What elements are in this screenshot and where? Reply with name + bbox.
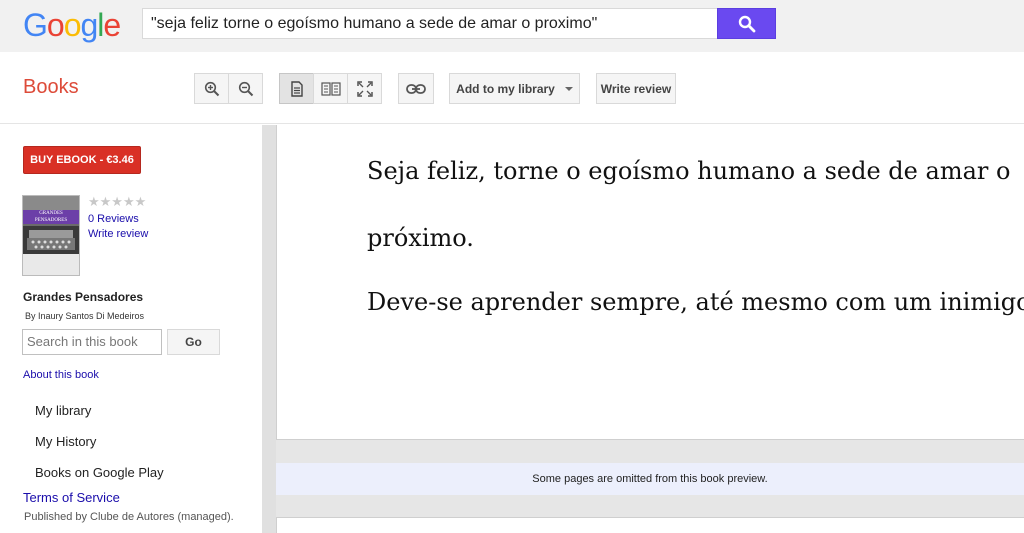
write-review-link[interactable]: Write review — [88, 228, 148, 240]
zoom-out-icon — [238, 81, 253, 96]
single-page-view-button[interactable] — [279, 73, 314, 104]
buy-ebook-button[interactable]: BUY EBOOK - €3.46 — [23, 146, 141, 174]
zoom-out-button[interactable] — [228, 73, 263, 104]
typewriter-icon — [27, 230, 75, 250]
page-text-line: próximo. — [367, 224, 474, 252]
two-page-icon — [320, 81, 341, 96]
logo-letter: o — [63, 7, 82, 43]
search-in-book-input[interactable]: Search in this book — [22, 329, 162, 355]
page-text-line: Deve-se aprender sempre, até mesmo com u… — [367, 288, 1024, 316]
nav-books-on-google-play[interactable]: Books on Google Play — [35, 465, 164, 480]
fullscreen-button[interactable] — [347, 73, 382, 104]
book-page[interactable]: Seja feliz, torne o egoísmo humano a sed… — [276, 125, 1024, 440]
reviews-link[interactable]: 0 Reviews — [88, 213, 139, 225]
about-this-book-link[interactable]: About this book — [23, 369, 99, 381]
book-author: By Inaury Santos Di Medeiros — [25, 311, 145, 321]
page-text-line: Seja feliz, torne o egoísmo humano a sed… — [367, 157, 1011, 185]
pages-omitted-notice: Some pages are omitted from this book pr… — [276, 463, 1024, 495]
cover-band — [23, 196, 79, 210]
search-button[interactable] — [717, 8, 776, 39]
search-input[interactable]: "seja feliz torne o egoísmo humano a sed… — [142, 8, 718, 39]
cover-typewriter-area — [23, 226, 79, 254]
two-page-view-button[interactable] — [313, 73, 348, 104]
books-toolbar: Books Add to my library Write review — [0, 52, 1024, 124]
next-book-page[interactable] — [276, 517, 1024, 533]
fullscreen-icon — [356, 80, 373, 97]
books-section-title[interactable]: Books — [23, 76, 79, 99]
cover-title-band: GRANDES PENSADORES — [23, 210, 79, 224]
zoom-in-button[interactable] — [194, 73, 229, 104]
google-logo[interactable]: Google — [23, 7, 121, 43]
logo-letter: G — [23, 7, 48, 43]
viewer-gutter — [262, 125, 276, 533]
go-button[interactable]: Go — [167, 329, 220, 355]
write-review-button[interactable]: Write review — [596, 73, 676, 104]
add-to-library-button[interactable]: Add to my library — [449, 73, 580, 104]
left-sidebar: BUY EBOOK - €3.46 GRANDES PENSADORES ★★★… — [0, 125, 262, 533]
nav-my-history[interactable]: My History — [35, 434, 96, 449]
top-search-bar: Google "seja feliz torne o egoísmo human… — [0, 0, 1024, 52]
book-cover-image[interactable]: GRANDES PENSADORES — [22, 195, 80, 276]
link-icon — [406, 83, 426, 94]
book-viewer[interactable]: Seja feliz, torne o egoísmo humano a sed… — [262, 125, 1024, 533]
rating-stars[interactable]: ★★★★★ — [88, 194, 146, 210]
nav-my-library[interactable]: My library — [35, 403, 91, 418]
write-review-label: Write review — [600, 81, 672, 96]
logo-letter: g — [80, 7, 98, 43]
terms-of-service-link[interactable]: Terms of Service — [23, 490, 120, 505]
link-button[interactable] — [398, 73, 434, 104]
publisher-note: Published by Clube de Autores (managed). — [24, 511, 234, 523]
zoom-in-icon — [204, 81, 219, 96]
chevron-down-icon — [564, 86, 573, 91]
logo-letter: o — [46, 7, 65, 43]
add-to-library-label: Add to my library — [456, 81, 555, 96]
book-title: Grandes Pensadores — [23, 290, 144, 304]
logo-letter: e — [103, 7, 121, 43]
search-icon — [738, 15, 755, 32]
cover-bottom-band — [23, 254, 79, 275]
single-page-icon — [290, 80, 303, 97]
